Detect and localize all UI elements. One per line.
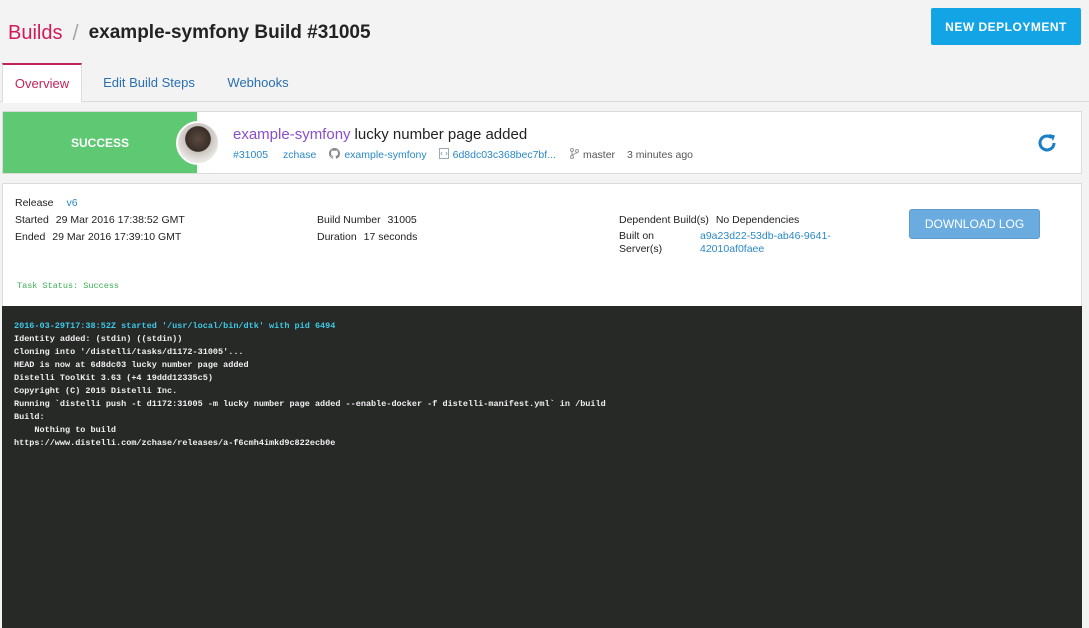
status-badge: SUCCESS [3,112,197,173]
log-line: Identity added: (stdin) ((stdin)) [14,334,183,344]
tab-webhooks[interactable]: Webhooks [216,63,300,102]
built-on-label-line1: Built on [619,230,655,242]
commit-hash-link[interactable]: 6d8dc03c368bec7bf... [453,149,556,161]
dependent-value: No Dependencies [715,214,800,226]
release-link[interactable]: v6 [66,197,77,209]
log-line: Distelli ToolKit 3.63 (+4 19ddd12335c5) [14,373,213,383]
build-number-row: Build Number 31005 [317,214,417,226]
ended-value: 29 Mar 2016 17:39:10 GMT [52,231,182,243]
started-row: Started 29 Mar 2016 17:38:52 GMT [15,214,185,226]
commit-message: lucky number page added [354,126,528,143]
build-number-link[interactable]: #31005 [233,149,268,161]
server-link-line1[interactable]: a9a23d22-53db-ab46-9641- [700,230,831,243]
log-line: Running `distelli push -t d1172:31005 -m… [14,399,606,409]
github-repo-link[interactable]: example-symfony [344,149,426,161]
duration-label: Duration [317,231,357,243]
refresh-icon[interactable] [1035,131,1059,155]
breadcrumb: Builds / example-symfony Build #31005 [8,20,371,46]
user-link[interactable]: zchase [283,149,316,161]
log-line: HEAD is now at 6d8dc03 lucky number page… [14,360,249,370]
ended-row: Ended 29 Mar 2016 17:39:10 GMT [15,231,181,243]
commit-meta: #31005 zchase example-symfony 6d8dc03c36… [233,148,693,162]
dependent-label: Dependent Build(s) [619,214,709,226]
github-icon [329,148,341,162]
started-label: Started [15,214,49,226]
build-log-terminal[interactable]: 2016-03-29T17:38:52Z started '/usr/local… [2,306,1082,628]
log-line: Build: [14,412,45,422]
server-link-line2[interactable]: 42010af0faee [700,243,831,256]
server-link[interactable]: a9a23d22-53db-ab46-9641- 42010af0faee [700,230,831,256]
breadcrumb-separator: / [72,20,79,45]
download-log-button[interactable]: DOWNLOAD LOG [909,209,1040,239]
ended-label: Ended [15,231,46,243]
build-time: 3 minutes ago [627,149,694,161]
task-status-panel: Task Status: Success [2,266,1082,307]
dependent-row: Dependent Build(s) No Dependencies [619,214,799,226]
duration-row: Duration 17 seconds [317,231,417,243]
log-line: https://www.distelli.com/zchase/releases… [14,438,336,448]
build-number-value: 31005 [387,214,417,226]
log-line: Nothing to build [14,425,117,435]
release-row: Release v6 [15,197,78,209]
tab-edit-build-steps[interactable]: Edit Build Steps [93,63,205,102]
log-line: Copyright (C) 2015 Distelli Inc. [14,386,178,396]
tab-overview[interactable]: Overview [2,63,82,103]
branch-name: master [582,149,616,161]
page-header: Builds / example-symfony Build #31005 NE… [0,0,1089,64]
log-line: Cloning into '/distelli/tasks/d1172-3100… [14,347,244,357]
commit-icon [438,148,449,162]
build-number-label: Build Number [317,214,381,226]
branch-icon [569,148,579,162]
new-deployment-button[interactable]: NEW DEPLOYMENT [931,8,1081,45]
page-title: example-symfony Build #31005 [88,22,371,43]
built-on-label: Built on Server(s) [619,230,662,256]
task-status-text: Task Status: Success [17,281,120,291]
started-value: 29 Mar 2016 17:38:52 GMT [55,214,185,226]
commit-title: example-symfony lucky number page added [233,126,527,143]
avatar [176,121,220,165]
release-label: Release [15,197,54,209]
log-line: 2016-03-29T17:38:52Z started '/usr/local… [14,321,336,331]
build-status-card: SUCCESS example-symfony lucky number page… [2,111,1082,174]
build-info-panel: Release v6 Started 29 Mar 2016 17:38:52 … [2,183,1082,267]
duration-value: 17 seconds [363,231,418,243]
commit-repo-link[interactable]: example-symfony [233,126,351,143]
breadcrumb-builds-link[interactable]: Builds [8,22,62,45]
tab-bar: Overview Edit Build Steps Webhooks [0,63,1089,103]
built-on-label-line2: Server(s) [619,243,663,255]
